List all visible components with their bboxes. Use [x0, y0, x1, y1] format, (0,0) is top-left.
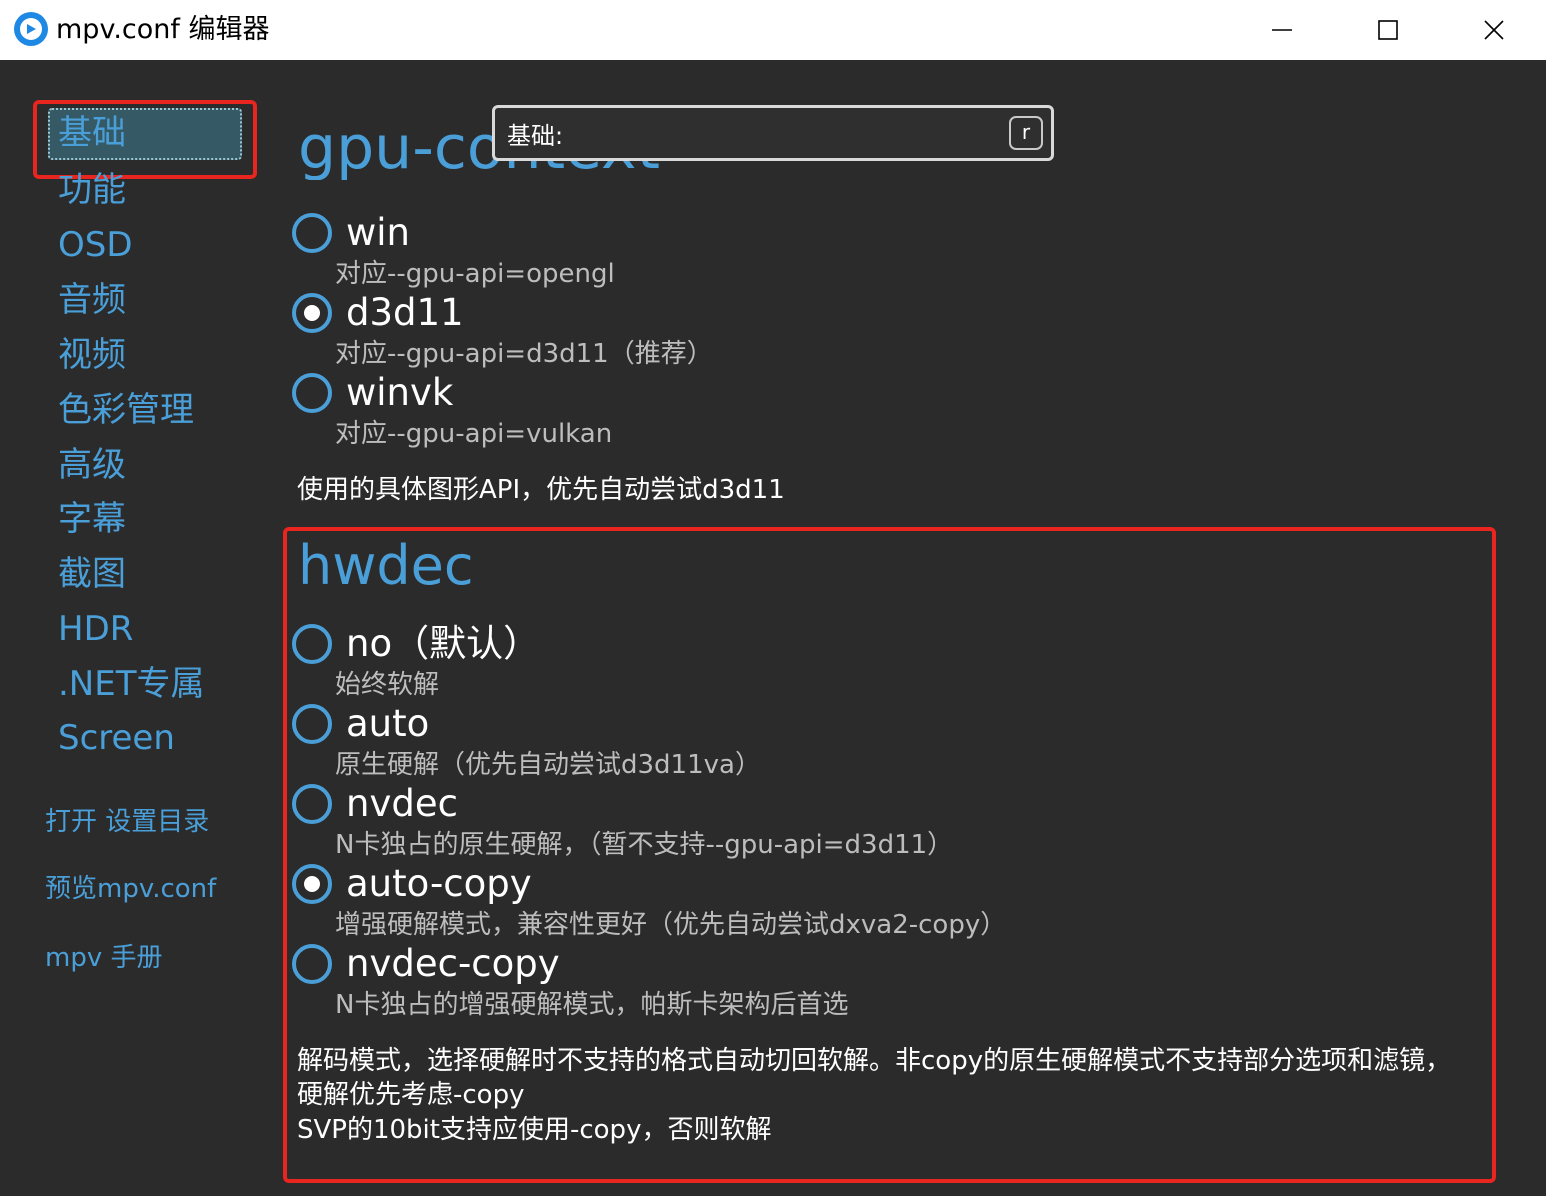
sidebar-item-features[interactable]: 功能 — [58, 168, 126, 212]
radio-winvk[interactable] — [292, 373, 332, 413]
option-desc-winvk: 对应--gpu-api=vulkan — [335, 419, 613, 449]
settings-content[interactable]: gpu-context 基础: r win 对应--gpu-api=opengl… — [280, 60, 1546, 1196]
option-desc-hwdec-nvdec: N卡独占的原生硬解，（暂不支持--gpu-api=d3d11） — [335, 830, 954, 860]
option-label-hwdec-nvdec-copy[interactable]: nvdec-copy — [346, 941, 560, 987]
sidebar-item-screenshot[interactable]: 截图 — [58, 552, 126, 596]
radio-hwdec-no[interactable] — [292, 624, 332, 664]
main-area: 基础 功能 OSD 音频 视频 色彩管理 高级 字幕 截图 HDR .NET专属… — [0, 60, 1546, 1196]
sidebar-item-video[interactable]: 视频 — [58, 333, 126, 377]
option-label-win[interactable]: win — [346, 210, 410, 256]
shortcut-key-badge: r — [1009, 116, 1043, 150]
option-desc-hwdec-no: 始终软解 — [335, 670, 440, 700]
mpv-manual-link[interactable]: mpv 手册 — [45, 937, 162, 974]
radio-win[interactable] — [292, 213, 332, 253]
sidebar-item-color-management[interactable]: 色彩管理 — [58, 388, 194, 432]
radio-hwdec-nvdec[interactable] — [292, 784, 332, 824]
option-desc-d3d11: 对应--gpu-api=d3d11（推荐） — [335, 339, 713, 369]
close-button[interactable] — [1441, 0, 1546, 60]
radio-d3d11[interactable] — [292, 293, 332, 333]
option-label-winvk[interactable]: winvk — [346, 370, 453, 416]
sidebar-item-basic[interactable]: 基础 — [48, 108, 242, 160]
sidebar-item-hdr[interactable]: HDR — [58, 607, 133, 651]
radio-hwdec-nvdec-copy[interactable] — [292, 944, 332, 984]
option-label-hwdec-auto-copy[interactable]: auto-copy — [346, 861, 532, 907]
mpv-app-icon — [14, 12, 48, 46]
option-label-hwdec-auto[interactable]: auto — [346, 701, 429, 747]
hwdec-description-line-2: 硬解优先考虑-copy — [297, 1080, 525, 1110]
option-desc-hwdec-auto: 原生硬解（优先自动尝试d3d11va） — [335, 750, 761, 780]
hwdec-description-line-3: SVP的10bit支持应使用-copy，否则软解 — [297, 1115, 772, 1145]
option-label-hwdec-no[interactable]: no（默认） — [346, 621, 540, 667]
option-label-hwdec-nvdec[interactable]: nvdec — [346, 781, 458, 827]
radio-hwdec-auto-copy[interactable] — [292, 864, 332, 904]
section-search-box[interactable]: 基础: r — [492, 105, 1054, 161]
option-label-d3d11[interactable]: d3d11 — [346, 290, 464, 336]
hwdec-description-line-1: 解码模式，选择硬解时不支持的格式自动切回软解。非copy的原生硬解模式不支持部分… — [297, 1046, 1452, 1076]
sidebar-item-audio[interactable]: 音频 — [58, 278, 126, 322]
title-bar: mpv.conf 编辑器 — [0, 0, 1546, 60]
maximize-button[interactable] — [1335, 0, 1441, 60]
sidebar-item-osd[interactable]: OSD — [58, 223, 133, 267]
open-settings-dir-link[interactable]: 打开 设置目录 — [45, 801, 209, 838]
search-label: 基础: — [507, 122, 564, 150]
close-icon — [1484, 20, 1504, 40]
maximize-icon — [1378, 20, 1398, 40]
hwdec-title: hwdec — [298, 534, 474, 597]
option-desc-hwdec-nvdec-copy: N卡独占的增强硬解模式，帕斯卡架构后首选 — [335, 990, 849, 1020]
option-desc-hwdec-auto-copy: 增强硬解模式，兼容性更好（优先自动尝试dxva2-copy） — [335, 910, 1007, 940]
sidebar-item-screen[interactable]: Screen — [58, 716, 175, 760]
gpu-context-description: 使用的具体图形API，优先自动尝试d3d11 — [297, 475, 785, 505]
minimize-button[interactable] — [1229, 0, 1335, 60]
option-desc-win: 对应--gpu-api=opengl — [335, 259, 615, 289]
radio-hwdec-auto[interactable] — [292, 704, 332, 744]
minimize-icon — [1272, 29, 1292, 31]
sidebar-item-advanced[interactable]: 高级 — [58, 443, 126, 487]
sidebar-item-subtitles[interactable]: 字幕 — [58, 497, 126, 541]
window-title: mpv.conf 编辑器 — [56, 14, 270, 45]
preview-conf-link[interactable]: 预览mpv.conf — [45, 868, 216, 905]
sidebar-item-dotnet[interactable]: .NET专属 — [58, 662, 205, 706]
